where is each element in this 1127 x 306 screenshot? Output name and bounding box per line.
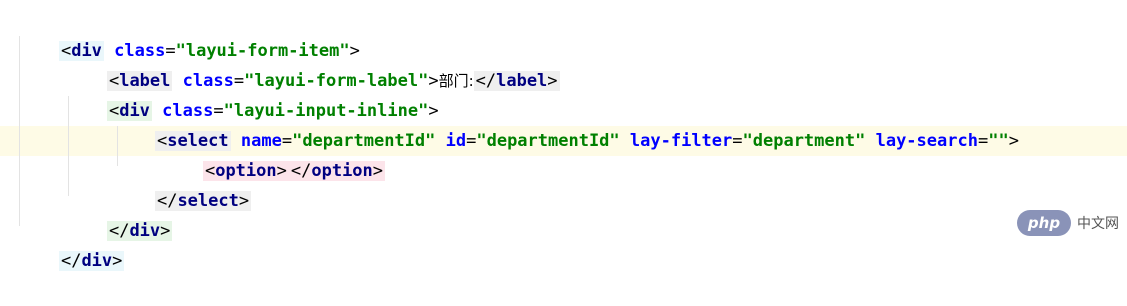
bracket: > [112,251,123,271]
code-line: <div class="layui-input-inline"> [66,66,439,121]
bracket: </ [60,251,82,271]
tag-name: label [496,71,548,91]
code-line: </select> [114,156,252,211]
tag-close-box: </div> [58,251,125,271]
equals-sign: = [466,131,477,151]
label-text: 部门: [438,72,474,90]
tag-name: option [311,161,373,181]
bracket: > [160,221,171,241]
code-editor[interactable]: <div class="layui-form-item"> <label cla… [0,0,1127,271]
attr-value: "" [988,131,1009,151]
equals-sign: = [977,131,989,151]
tag-name: select [177,191,239,211]
watermark-text: 中文网 [1077,216,1119,232]
attr-value: "department" [742,131,866,151]
bracket: > [276,161,287,181]
bracket: </ [290,161,312,181]
attr-name: lay-filter [629,131,733,151]
code-line: </div> [18,216,125,271]
bracket: > [1008,131,1019,151]
tag-name: div [129,221,161,241]
code-line: </div> [66,186,173,241]
tag-name: div [81,251,113,271]
bracket: > [372,161,384,181]
tag-close-box: </option> [288,161,386,181]
code-line: <option> </option> [162,126,386,181]
attr-value: "departmentId" [476,131,620,151]
attr-name: id [445,131,467,151]
bracket: </ [475,71,497,91]
php-logo: php [1017,210,1071,236]
bracket: > [547,71,558,91]
code-line: <div class="layui-form-item"> [18,6,360,61]
attr-name: lay-search [875,131,978,151]
tag-close-box: </label> [473,71,560,91]
equals-sign: = [732,131,743,151]
watermark: php 中文网 [1017,210,1119,236]
code-line: <select name="departmentId" id="departme… [114,96,1019,151]
bracket: > [238,191,250,211]
code-line: <label class="layui-form-label">部门: </lab… [66,36,560,91]
